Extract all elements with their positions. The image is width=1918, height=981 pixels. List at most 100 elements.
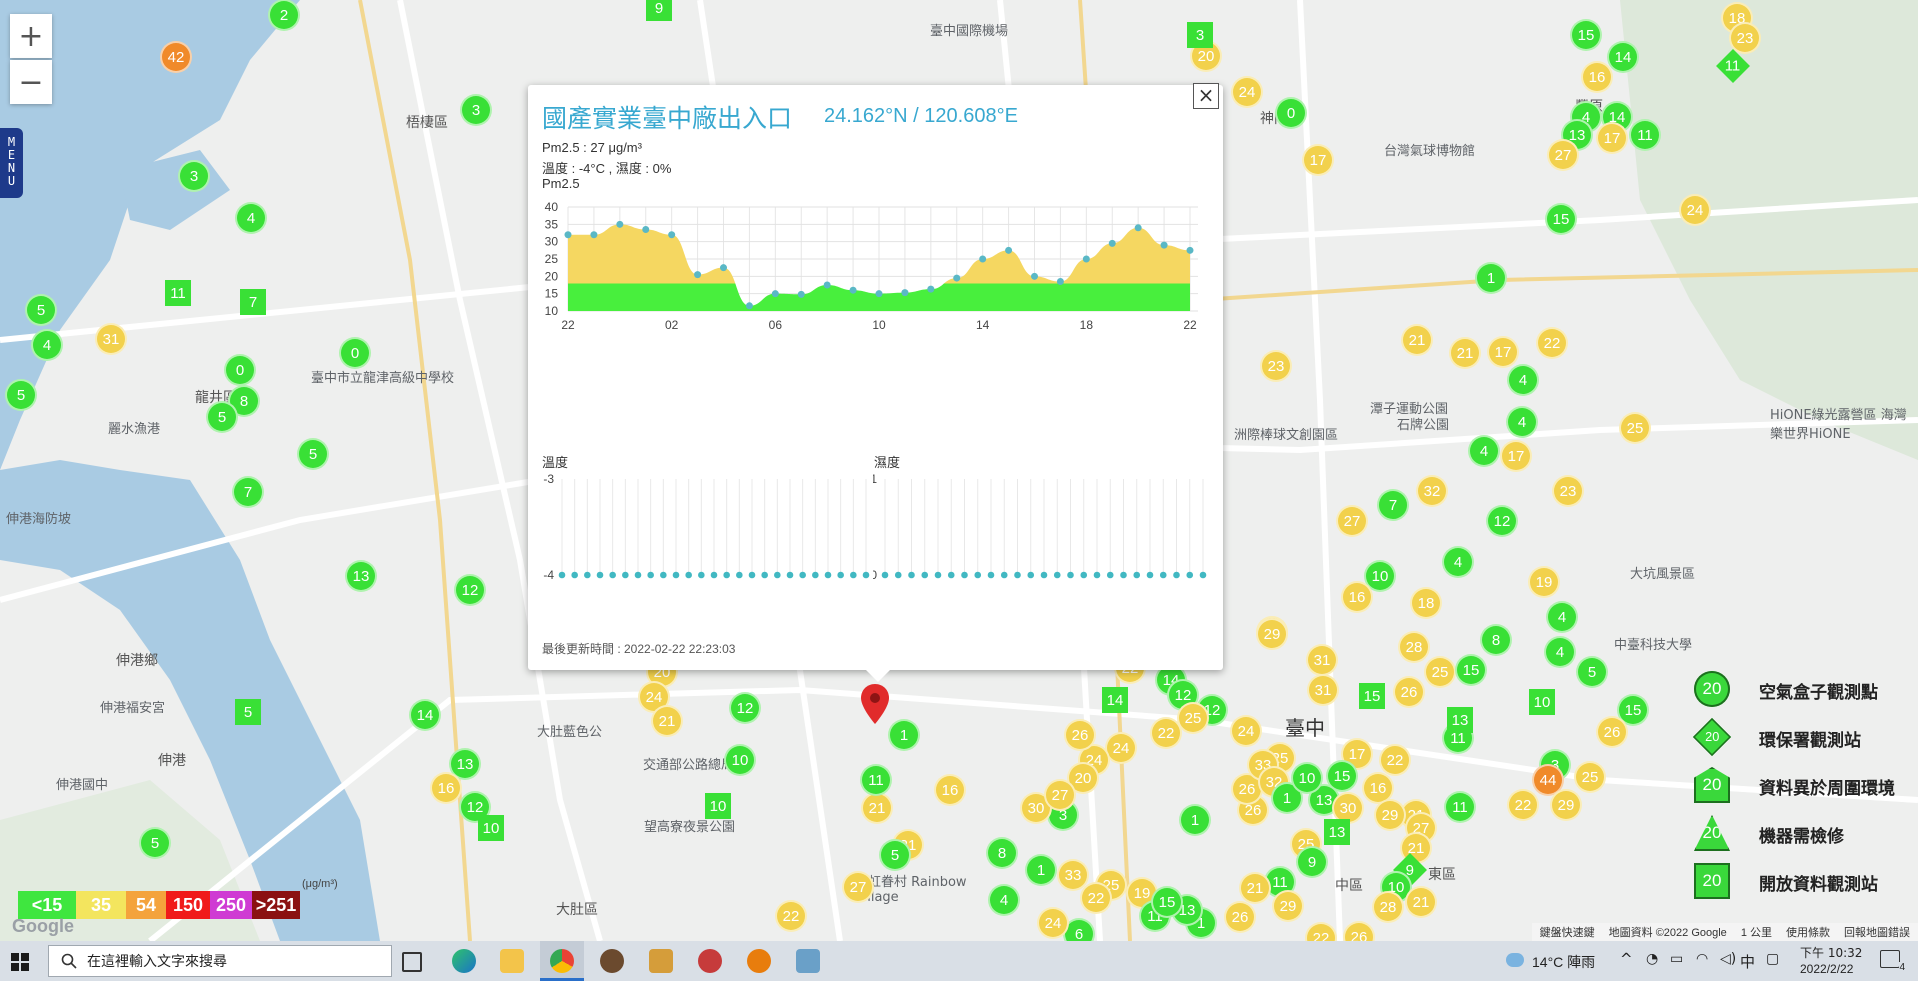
airbox-marker[interactable]: 28 [1398, 631, 1430, 663]
app-icon-paint[interactable] [649, 949, 673, 973]
open-data-station-marker[interactable]: 9 [646, 0, 672, 21]
airbox-marker[interactable]: 21 [651, 705, 683, 737]
airbox-marker[interactable]: 12 [729, 692, 761, 724]
airbox-marker[interactable]: 21 [1449, 337, 1481, 369]
app-icon-snipping[interactable] [698, 949, 722, 973]
airbox-marker[interactable]: 26 [1596, 716, 1628, 748]
airbox-marker[interactable]: 8 [986, 837, 1018, 869]
airbox-marker[interactable]: 5 [1576, 656, 1608, 688]
zoom-out-button[interactable]: − [10, 60, 52, 104]
airbox-marker[interactable]: 4 [1506, 406, 1538, 438]
ime-indicator[interactable]: 中 [1740, 951, 1755, 972]
edge-browser-icon[interactable] [452, 949, 476, 973]
open-data-station-marker[interactable]: 11 [165, 280, 191, 306]
airbox-marker[interactable]: 1 [888, 719, 920, 751]
airbox-marker[interactable]: 25 [1424, 656, 1456, 688]
airbox-marker[interactable]: 16 [430, 772, 462, 804]
airbox-marker[interactable]: 27 [1044, 779, 1076, 811]
airbox-marker[interactable]: 16 [934, 774, 966, 806]
airbox-marker[interactable]: 18 [1410, 587, 1442, 619]
airbox-marker[interactable]: 4 [1507, 364, 1539, 396]
tray-volume-icon[interactable]: ◁) [1720, 951, 1736, 967]
airbox-marker[interactable]: 31 [1306, 644, 1338, 676]
open-data-station-marker[interactable]: 15 [1359, 683, 1385, 709]
airbox-marker[interactable]: 22 [1379, 744, 1411, 776]
airbox-marker[interactable]: 1 [1475, 262, 1507, 294]
airbox-marker[interactable]: 27 [842, 871, 874, 903]
tray-battery-icon[interactable]: ▭ [1670, 951, 1683, 967]
attribution-item[interactable]: 地圖資料 ©2022 Google [1609, 924, 1727, 940]
tray-keyboard-icon[interactable]: ▢ [1766, 951, 1779, 967]
tray-wifi-icon[interactable]: ◠ [1696, 951, 1708, 967]
airbox-marker[interactable]: 16 [1341, 581, 1373, 613]
airbox-marker[interactable]: 5 [139, 827, 171, 859]
clock-date[interactable]: 2022/2/22 [1800, 962, 1853, 976]
airbox-marker[interactable]: 7 [1377, 489, 1409, 521]
menu-tab[interactable]: MENU [0, 128, 23, 198]
airbox-marker[interactable]: 25 [1574, 761, 1606, 793]
airbox-marker[interactable]: 4 [1544, 636, 1576, 668]
airbox-marker[interactable]: 17 [1500, 440, 1532, 472]
airbox-marker[interactable]: 14 [409, 699, 441, 731]
airbox-marker[interactable]: 26 [1393, 676, 1425, 708]
map-canvas[interactable]: 臺中國際機場 梧棲區 龍井區 大肚區 臺中市立龍津高級中學校 麗水漁港 伸港海防坡 伸港鄉 伸港… [0, 0, 1918, 941]
airbox-marker[interactable]: 4 [235, 202, 267, 234]
windows-start-icon[interactable] [11, 953, 29, 971]
airbox-marker[interactable]: 15 [1545, 203, 1577, 235]
airbox-marker[interactable]: 32 [1416, 475, 1448, 507]
airbox-marker[interactable]: 0 [1275, 97, 1307, 129]
airbox-marker[interactable]: 31 [1307, 674, 1339, 706]
notification-center-button[interactable]: 4 [1880, 950, 1905, 973]
airbox-marker[interactable]: 21 [1401, 324, 1433, 356]
open-data-station-marker[interactable]: 10 [478, 815, 504, 841]
airbox-marker[interactable]: 11 [1629, 119, 1661, 151]
airbox-marker[interactable]: 12 [1486, 505, 1518, 537]
airbox-marker[interactable]: 42 [160, 41, 192, 73]
airbox-marker[interactable]: 23 [1552, 475, 1584, 507]
app-icon-blender[interactable] [747, 949, 771, 973]
airbox-marker[interactable]: 29 [1272, 890, 1304, 922]
open-data-station-marker[interactable]: 10 [705, 793, 731, 819]
airbox-marker[interactable]: 31 [95, 323, 127, 355]
airbox-marker[interactable]: 15 [1570, 19, 1602, 51]
airbox-marker[interactable]: 17 [1596, 122, 1628, 154]
airbox-marker[interactable]: 14 [1607, 41, 1639, 73]
airbox-marker[interactable]: 5 [5, 379, 37, 411]
airbox-marker[interactable]: 21 [861, 792, 893, 824]
airbox-marker[interactable]: 0 [224, 354, 256, 386]
airbox-marker[interactable]: 1 [1025, 854, 1057, 886]
airbox-marker[interactable]: 11 [1444, 791, 1476, 823]
airbox-marker[interactable]: 22 [1507, 789, 1539, 821]
airbox-marker[interactable]: 11 [860, 764, 892, 796]
weather-widget[interactable]: 14°C 陣雨 [1532, 952, 1595, 972]
airbox-marker[interactable]: 4 [1442, 546, 1474, 578]
task-view-icon[interactable] [402, 952, 422, 972]
airbox-marker[interactable]: 10 [1291, 762, 1323, 794]
airbox-marker[interactable]: 16 [1581, 61, 1613, 93]
airbox-marker[interactable]: 29 [1550, 789, 1582, 821]
airbox-marker[interactable]: 27 [1336, 505, 1368, 537]
airbox-marker[interactable]: 24 [1230, 715, 1262, 747]
app-icon-compass[interactable] [600, 949, 624, 973]
attribution-item[interactable]: 鍵盤快速鍵 [1540, 924, 1595, 940]
airbox-marker[interactable]: 15 [1151, 886, 1183, 918]
airbox-marker[interactable]: 4 [31, 329, 63, 361]
airbox-marker[interactable]: 21 [1239, 872, 1271, 904]
airbox-marker[interactable]: 25 [1619, 412, 1651, 444]
airbox-marker[interactable]: 13 [345, 560, 377, 592]
airbox-marker[interactable]: 26 [1224, 901, 1256, 933]
airbox-marker[interactable]: 5 [297, 438, 329, 470]
file-explorer-icon[interactable] [500, 949, 524, 973]
open-data-station-marker[interactable]: 14 [1102, 687, 1128, 713]
airbox-marker[interactable]: 17 [1302, 144, 1334, 176]
airbox-marker[interactable]: 4 [1468, 435, 1500, 467]
airbox-marker[interactable]: 17 [1487, 336, 1519, 368]
airbox-marker[interactable]: 4 [988, 884, 1020, 916]
airbox-marker[interactable]: 3 [460, 94, 492, 126]
airbox-marker[interactable]: 5 [879, 839, 911, 871]
airbox-marker[interactable]: 10 [724, 744, 756, 776]
open-data-station-marker[interactable]: 13 [1324, 819, 1350, 845]
airbox-marker[interactable]: 3 [178, 160, 210, 192]
open-data-station-marker[interactable]: 10 [1529, 689, 1555, 715]
app-icon-cube[interactable] [796, 949, 820, 973]
